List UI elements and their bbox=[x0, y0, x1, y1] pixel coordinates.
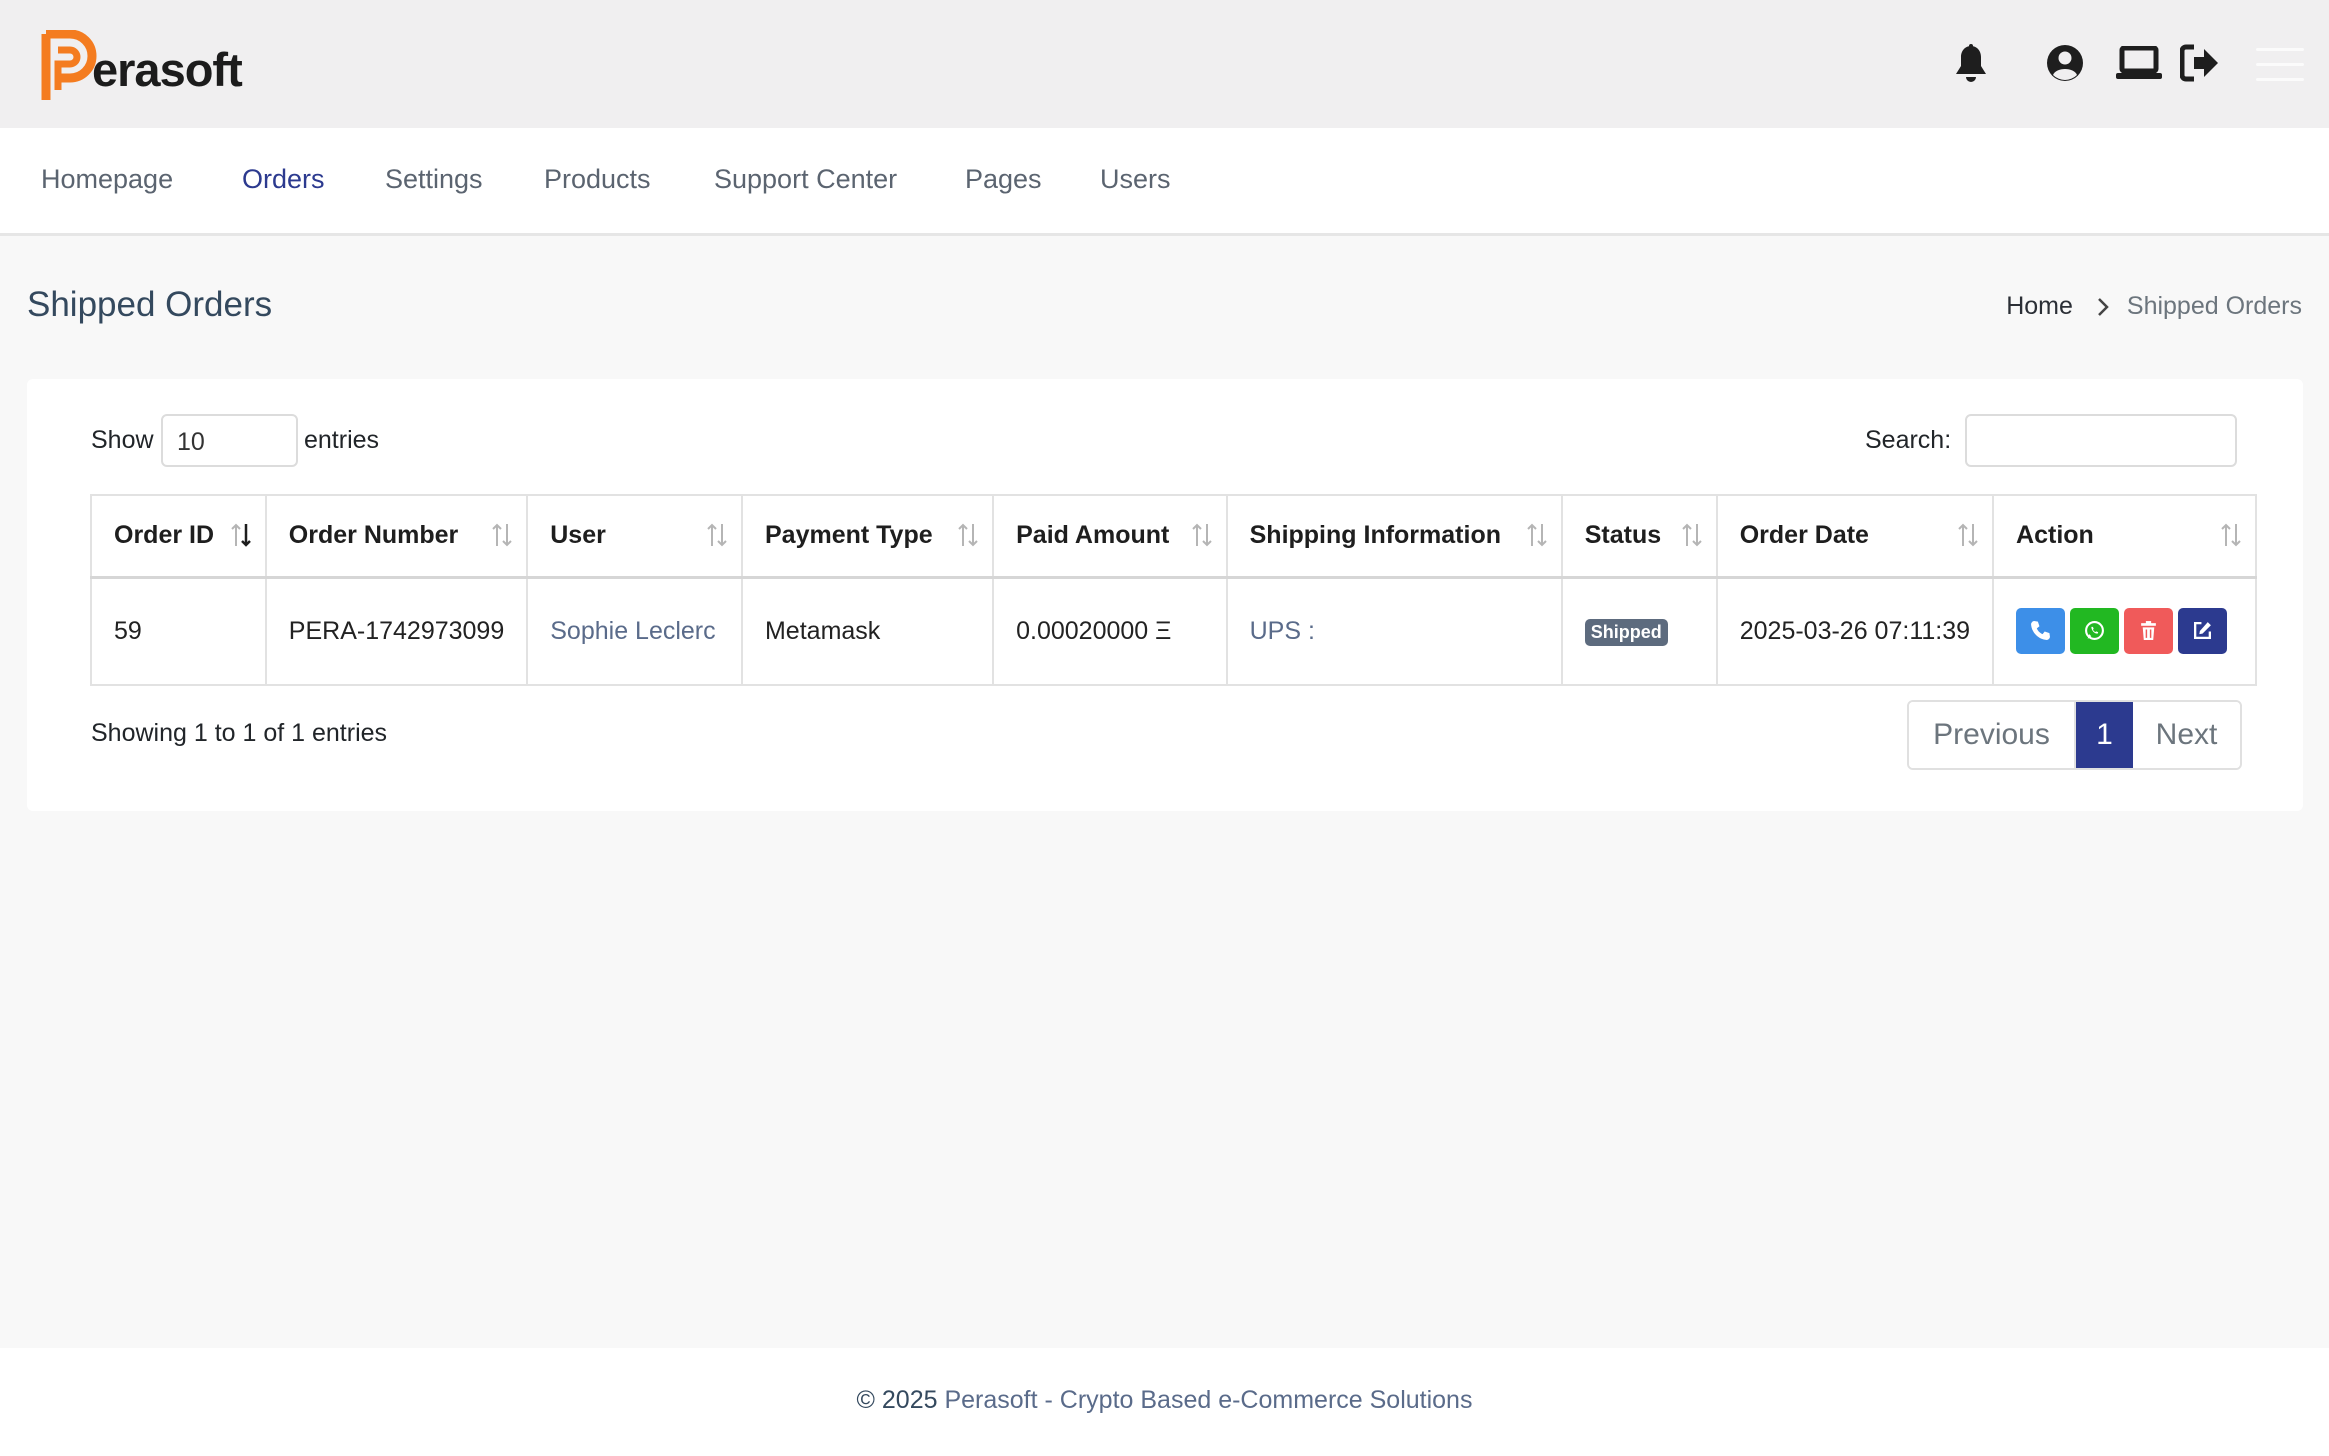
column-header-paid-amount[interactable]: Paid Amount bbox=[992, 494, 1228, 579]
nav-item-pages[interactable]: Pages bbox=[965, 164, 1042, 195]
bell-icon[interactable] bbox=[1954, 44, 1988, 84]
column-header-user[interactable]: User bbox=[526, 494, 743, 579]
cell-action bbox=[1992, 576, 2257, 686]
breadcrumb: Home Shipped Orders bbox=[2006, 292, 2302, 321]
column-header-order-number[interactable]: Order Number bbox=[264, 494, 529, 579]
brand-name: erasoft bbox=[92, 42, 243, 96]
orders-card: Show 10 entries Search: Order ID Order N… bbox=[27, 379, 2303, 811]
user-circle-icon[interactable] bbox=[2046, 44, 2084, 82]
column-header-order-id[interactable]: Order ID bbox=[90, 494, 267, 579]
cell-order-id: 59 bbox=[90, 576, 267, 686]
search-input[interactable] bbox=[1965, 414, 2237, 467]
trash-icon bbox=[2141, 621, 2156, 641]
column-header-order-date[interactable]: Order Date bbox=[1715, 494, 1995, 579]
sign-out-icon[interactable] bbox=[2180, 44, 2220, 82]
table-row: 59 PERA-1742973099 Sophie Leclerc Metama… bbox=[90, 576, 2257, 686]
page-title: Shipped Orders bbox=[27, 285, 273, 324]
user-link[interactable]: Sophie Leclerc bbox=[550, 617, 715, 645]
nav-item-settings[interactable]: Settings bbox=[385, 164, 483, 195]
call-button[interactable] bbox=[2016, 608, 2066, 655]
edit-icon bbox=[2194, 622, 2212, 640]
laptop-icon[interactable] bbox=[2116, 46, 2162, 80]
search-label: Search: bbox=[1865, 426, 1952, 454]
cell-paid-amount: 0.00020000 Ξ bbox=[992, 576, 1228, 686]
nav-item-support-center[interactable]: Support Center bbox=[714, 164, 897, 195]
sort-icon bbox=[2221, 523, 2241, 547]
cell-user: Sophie Leclerc bbox=[526, 576, 743, 686]
pagination-page-button[interactable]: 1 bbox=[2076, 702, 2133, 768]
sort-icon bbox=[707, 523, 727, 547]
entries-per-page-select[interactable]: 10 bbox=[161, 414, 298, 467]
column-header-action[interactable]: Action bbox=[1992, 494, 2257, 579]
footer-copyright: © 2025 bbox=[856, 1386, 938, 1414]
column-header-payment-type[interactable]: Payment Type bbox=[740, 494, 995, 579]
sort-icon bbox=[1527, 523, 1547, 547]
pagination-next-button[interactable]: Next bbox=[2133, 702, 2240, 768]
pagination-previous-button[interactable]: Previous bbox=[1909, 702, 2076, 768]
entries-label: entries bbox=[304, 426, 380, 454]
edit-button[interactable] bbox=[2178, 608, 2228, 655]
sort-icon bbox=[958, 523, 978, 547]
shipping-info-text: UPS : bbox=[1249, 616, 1315, 645]
footer-company-text: Perasoft - Crypto Based e-Commerce Solut… bbox=[944, 1386, 1473, 1414]
show-label: Show bbox=[91, 426, 154, 454]
breadcrumb-home-link[interactable]: Home bbox=[2006, 292, 2073, 321]
cell-order-number: PERA-1742973099 bbox=[264, 576, 529, 686]
whatsapp-icon bbox=[2085, 621, 2104, 641]
orders-table: Order ID Order Number User Payment Type … bbox=[90, 494, 2257, 686]
cell-status: Shipped bbox=[1560, 576, 1718, 686]
perasoft-logo-icon bbox=[41, 30, 97, 100]
hamburger-menu-icon[interactable] bbox=[2256, 48, 2304, 82]
footer-text: © 2025 Perasoft - Crypto Based e-Commerc… bbox=[0, 1386, 2329, 1415]
sort-icon bbox=[1958, 523, 1978, 547]
chevron-right-icon bbox=[2098, 297, 2109, 316]
top-header: erasoft bbox=[0, 0, 2329, 128]
table-header-row: Order ID Order Number User Payment Type … bbox=[90, 494, 2257, 579]
sort-icon bbox=[492, 523, 512, 547]
pagination: Previous 1 Next bbox=[1907, 700, 2242, 770]
breadcrumb-current: Shipped Orders bbox=[2126, 292, 2302, 320]
nav-item-products[interactable]: Products bbox=[544, 164, 651, 195]
table-info: Showing 1 to 1 of 1 entries bbox=[91, 719, 388, 747]
nav-item-users[interactable]: Users bbox=[1100, 164, 1171, 195]
nav-item-homepage[interactable]: Homepage bbox=[41, 164, 173, 195]
phone-icon bbox=[2031, 621, 2050, 641]
sort-icon bbox=[1682, 523, 1702, 547]
status-badge: Shipped bbox=[1584, 619, 1668, 647]
brand-logo[interactable]: erasoft bbox=[40, 30, 243, 104]
column-header-status[interactable]: Status bbox=[1560, 494, 1718, 579]
sort-desc-icon bbox=[231, 523, 251, 547]
cell-order-date: 2025-03-26 07:11:39 bbox=[1715, 576, 1995, 686]
column-header-shipping-information[interactable]: Shipping Information bbox=[1225, 494, 1563, 579]
footer: © 2025 Perasoft - Crypto Based e-Commerc… bbox=[0, 1348, 2329, 1456]
cell-payment-type: Metamask bbox=[740, 576, 995, 686]
main-nav: Homepage Orders Settings Products Suppor… bbox=[0, 128, 2329, 236]
delete-button[interactable] bbox=[2124, 608, 2174, 655]
nav-item-orders[interactable]: Orders bbox=[242, 164, 325, 195]
cell-shipping-information: UPS : bbox=[1225, 576, 1563, 686]
sort-icon bbox=[1191, 523, 1212, 547]
whatsapp-button[interactable] bbox=[2070, 608, 2120, 655]
